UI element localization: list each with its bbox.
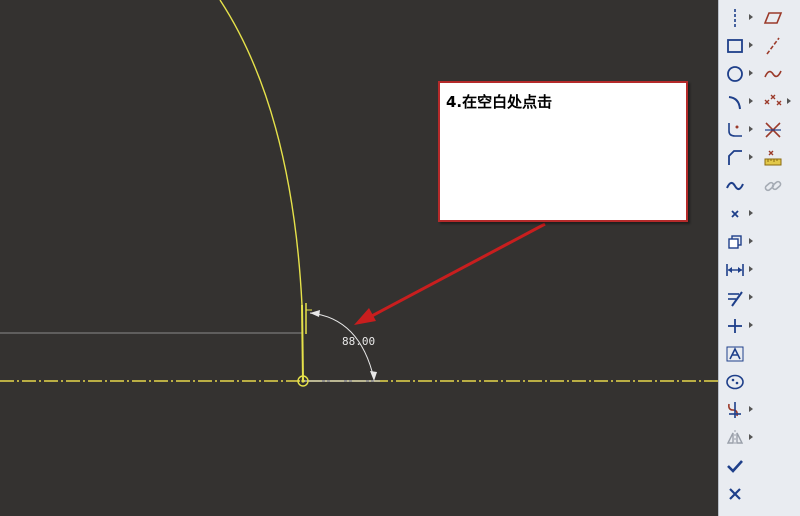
dropdown-arrow-icon[interactable]	[749, 126, 753, 132]
sketch-vertical-line	[301, 304, 304, 382]
point-button[interactable]	[721, 200, 757, 228]
chamfer-button[interactable]	[721, 144, 757, 172]
trim-icon	[728, 402, 741, 418]
centerline-button[interactable]	[721, 4, 757, 32]
callout-text: 4.在空白处点击	[446, 93, 553, 111]
link-button[interactable]	[759, 172, 795, 200]
arc-icon	[728, 96, 741, 110]
circle-button[interactable]	[721, 60, 757, 88]
sketch-arc	[219, 0, 303, 306]
construction-spline-icon	[764, 70, 782, 78]
angle-dimension-value[interactable]: 88.00	[342, 335, 375, 348]
dropdown-arrow-icon[interactable]	[749, 406, 753, 412]
annotation-arrow-head	[354, 308, 376, 325]
dropdown-arrow-icon[interactable]	[749, 42, 753, 48]
centerline-icon	[734, 9, 736, 27]
parallelogram-button[interactable]	[759, 4, 795, 32]
chamfer-icon	[728, 150, 742, 165]
parallelogram-icon	[763, 12, 783, 24]
point-icon	[731, 210, 739, 218]
construction-spline-button[interactable]	[759, 60, 795, 88]
construction-points-icon	[764, 94, 782, 106]
measure-icon	[764, 150, 782, 166]
annotation-arrow-shaft	[367, 222, 546, 320]
modify-button[interactable]	[721, 284, 757, 312]
checkmark-icon	[727, 460, 743, 473]
rectangle-icon	[727, 39, 743, 53]
sketch-toolbar	[718, 0, 800, 516]
spline-button[interactable]	[721, 172, 757, 200]
circle-icon	[727, 66, 743, 82]
toolbar-column-1	[721, 4, 757, 508]
fillet-icon	[728, 123, 742, 137]
spline-icon	[726, 182, 744, 190]
trim-button[interactable]	[721, 396, 757, 424]
angle-arrow-bottom	[370, 371, 377, 381]
palette-icon	[726, 374, 744, 390]
dropdown-arrow-icon[interactable]	[749, 238, 753, 244]
dropdown-arrow-icon[interactable]	[749, 154, 753, 160]
arc-button[interactable]	[721, 88, 757, 116]
dropdown-arrow-icon[interactable]	[749, 98, 753, 104]
intersect-icon	[765, 122, 781, 138]
dropdown-arrow-icon[interactable]	[749, 266, 753, 272]
dimension-button[interactable]	[721, 256, 757, 284]
toolbar-column-2	[759, 4, 795, 200]
rectangle-button[interactable]	[721, 32, 757, 60]
mirror-icon	[726, 430, 744, 446]
dropdown-arrow-icon[interactable]	[749, 14, 753, 20]
cancel-button[interactable]	[721, 480, 757, 508]
constraint-icon	[728, 319, 742, 333]
mirror-button[interactable]	[721, 424, 757, 452]
offset-button[interactable]	[721, 228, 757, 256]
sketch-canvas[interactable]: 88.00	[0, 0, 718, 516]
palette-button[interactable]	[721, 368, 757, 396]
construction-line-button[interactable]	[759, 32, 795, 60]
dropdown-arrow-icon[interactable]	[749, 294, 753, 300]
dropdown-arrow-icon[interactable]	[787, 98, 791, 104]
intersect-button[interactable]	[759, 116, 795, 144]
measure-button[interactable]	[759, 144, 795, 172]
dimension-icon	[726, 264, 744, 276]
text-button[interactable]	[721, 340, 757, 368]
text-icon	[726, 346, 744, 362]
dropdown-arrow-icon[interactable]	[749, 322, 753, 328]
dropdown-arrow-icon[interactable]	[749, 210, 753, 216]
dropdown-arrow-icon[interactable]	[749, 434, 753, 440]
offset-icon	[728, 235, 742, 249]
instruction-callout: 4.在空白处点击	[438, 81, 688, 222]
construction-points-button[interactable]	[759, 88, 795, 116]
origin-point-center	[301, 379, 305, 383]
cancel-icon	[729, 488, 741, 500]
accept-button[interactable]	[721, 452, 757, 480]
link-icon	[764, 180, 782, 192]
construction-line-icon	[766, 37, 780, 55]
fillet-button[interactable]	[721, 116, 757, 144]
constraint-button[interactable]	[721, 312, 757, 340]
angle-arrow-top	[310, 310, 320, 317]
dropdown-arrow-icon[interactable]	[749, 70, 753, 76]
modify-icon	[728, 291, 743, 307]
